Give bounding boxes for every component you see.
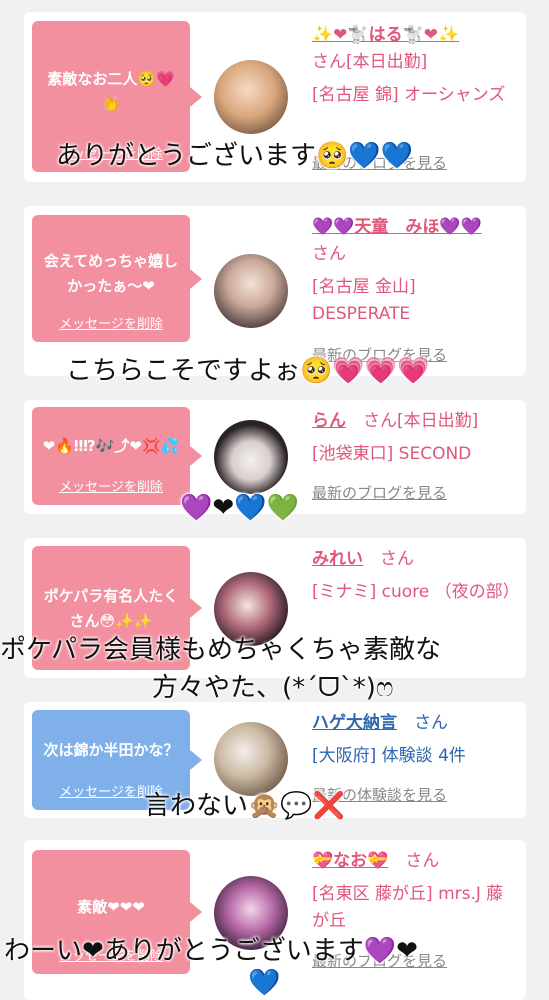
overlay-caption: こちらこそですよぉ🥺💗💗💗 bbox=[66, 356, 430, 386]
san-status: さん bbox=[405, 851, 440, 871]
san-status: さん bbox=[380, 549, 414, 569]
profile-info: らん さん[本日出勤] [池袋東口] SECOND bbox=[312, 408, 518, 468]
profile-name-link[interactable]: 💜💜天童 みほ💜💜 bbox=[312, 214, 518, 241]
overlay-caption: 言わない🙊💬❌ bbox=[144, 791, 346, 821]
avatar[interactable] bbox=[214, 420, 288, 494]
message-text: 会えてめっちゃ嬉しかったぁ〜❤ bbox=[43, 252, 179, 295]
message-bubble: 会えてめっちゃ嬉しかったぁ〜❤ メッセージを削除 bbox=[32, 215, 202, 342]
message-text: 素敵❤❤❤ bbox=[77, 898, 145, 916]
delete-message-link[interactable]: メッセージを削除 bbox=[59, 313, 163, 332]
san-status: さん[本日出勤] bbox=[312, 52, 428, 72]
message-text: 素敵なお二人🥺💗👏 bbox=[47, 70, 175, 113]
profile-info: ✨❤🐩はる🐩❤✨ さん[本日出勤] [名古屋 錦] オーシャンズ bbox=[312, 22, 518, 109]
shop-link[interactable]: [ミナミ] cuore （夜の部） bbox=[312, 579, 520, 606]
message-bubble: ❤🔥‼⁉🎶⤴❤💢💦 メッセージを削除 bbox=[32, 407, 202, 505]
shop-link[interactable]: [大阪府] 体験談 4件 bbox=[312, 743, 518, 770]
san-status: さん bbox=[312, 244, 346, 264]
overlay-caption: ポケパラ会員様もめちゃくちゃ素敵な bbox=[0, 635, 441, 665]
profile-name-link[interactable]: 💝なお💝 bbox=[312, 851, 388, 871]
shop-link[interactable]: [名古屋 金山] DESPERATE bbox=[312, 274, 518, 328]
avatar[interactable] bbox=[214, 60, 288, 134]
avatar[interactable] bbox=[214, 254, 288, 328]
shop-link[interactable]: [名古屋 錦] オーシャンズ bbox=[312, 82, 518, 109]
san-status: さん bbox=[414, 713, 448, 733]
delete-message-link[interactable]: メッセージを削除 bbox=[59, 476, 163, 495]
message-text: ❤🔥‼⁉🎶⤴❤💢💦 bbox=[42, 437, 180, 455]
overlay-caption: 💙 bbox=[248, 968, 281, 998]
profile-info: ハゲ大納言 さん [大阪府] 体験談 4件 bbox=[312, 710, 518, 770]
profile-info: 💜💜天童 みほ💜💜 さん [名古屋 金山] DESPERATE bbox=[312, 214, 518, 328]
avatar[interactable] bbox=[214, 722, 288, 796]
san-status: さん[本日出勤] bbox=[363, 411, 479, 431]
latest-blog-link[interactable]: 最新のブログを見る bbox=[312, 482, 447, 503]
shop-link[interactable]: [池袋東口] SECOND bbox=[312, 441, 518, 468]
shop-link[interactable]: [名東区 藤が丘] mrs.J 藤が丘 bbox=[312, 881, 518, 935]
profile-name-link[interactable]: ✨❤🐩はる🐩❤✨ bbox=[312, 22, 518, 49]
message-card: 会えてめっちゃ嬉しかったぁ〜❤ メッセージを削除 💜💜天童 みほ💜💜 さん [名… bbox=[24, 206, 526, 376]
overlay-caption: わーい❤ありがとうございます💜❤ bbox=[4, 936, 418, 966]
profile-name-link[interactable]: らん bbox=[312, 411, 346, 431]
profile-info: みれい さん [ミナミ] cuore （夜の部） bbox=[312, 546, 520, 606]
overlay-caption: 💜❤💙💚 bbox=[180, 493, 299, 523]
overlay-caption: 方々やた、(*´ᗜ`*)ෆ bbox=[152, 673, 394, 703]
profile-name-link[interactable]: ハゲ大納言 bbox=[312, 713, 397, 733]
overlay-caption: ありがとうございます🥺💙💙 bbox=[56, 141, 414, 171]
message-text: 次は錦か半田かな？ bbox=[43, 741, 179, 759]
profile-info: 💝なお💝 さん [名東区 藤が丘] mrs.J 藤が丘 bbox=[312, 848, 518, 935]
profile-name-link[interactable]: みれい bbox=[312, 549, 363, 569]
